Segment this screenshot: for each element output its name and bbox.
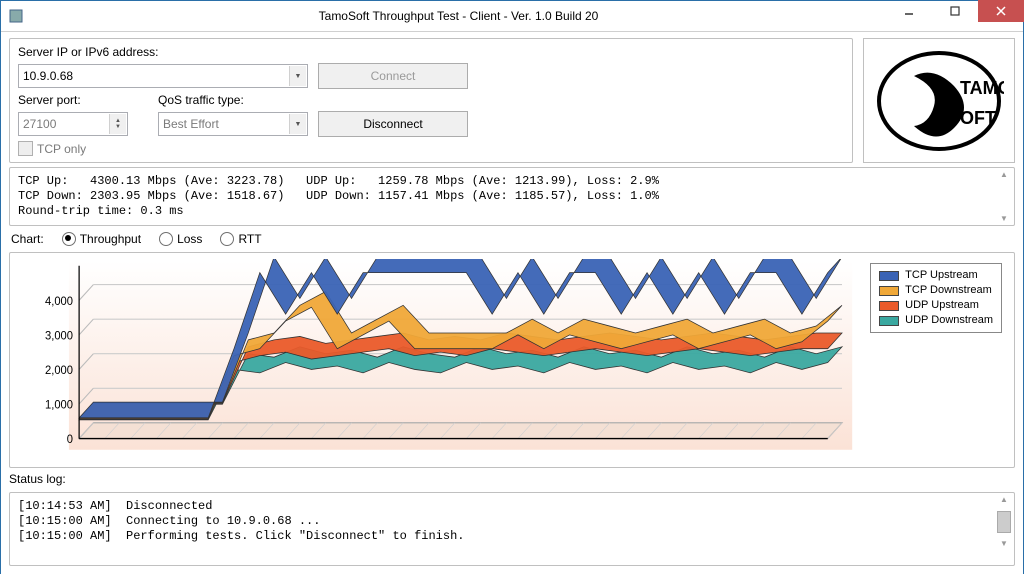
legend-swatch xyxy=(879,316,899,326)
status-log-panel: [10:14:53 AM] Disconnected [10:15:00 AM]… xyxy=(9,492,1015,566)
connection-panel: Server IP or IPv6 address: 10.9.0.68 ▼ C… xyxy=(9,38,853,163)
stats-panel: TCP Up: 4300.13 Mbps (Ave: 3223.78) UDP … xyxy=(9,167,1015,226)
server-port-input[interactable]: 27100 ▲▼ xyxy=(18,112,128,136)
server-port-value: 27100 xyxy=(23,117,56,131)
scrollbar[interactable]: ▲▼ xyxy=(996,170,1012,223)
svg-text:0: 0 xyxy=(67,433,74,447)
svg-text:OFT: OFT xyxy=(960,108,996,128)
stats-text: TCP Up: 4300.13 Mbps (Ave: 3223.78) UDP … xyxy=(18,174,1006,219)
qos-label: QoS traffic type: xyxy=(158,93,308,107)
chart-type-radio-group: Chart: Throughput Loss RTT xyxy=(9,230,1015,248)
radio-dot-icon xyxy=(62,232,76,246)
status-log-label: Status log: xyxy=(9,472,1015,486)
spinner-icon[interactable]: ▲▼ xyxy=(109,114,126,134)
checkbox-icon xyxy=(18,141,33,156)
svg-text:4,000: 4,000 xyxy=(45,294,73,308)
chart-panel: 0 1,000 2,000 3,000 4,000 TCP Upstream TCP D… xyxy=(9,252,1015,468)
chart-legend: TCP Upstream TCP Downstream UDP Upstream… xyxy=(870,263,1002,333)
qos-value: Best Effort xyxy=(163,117,219,131)
connect-button: Connect xyxy=(318,63,468,89)
server-port-label: Server port: xyxy=(18,93,148,107)
window-title: TamoSoft Throughput Test - Client - Ver.… xyxy=(31,9,886,23)
disconnect-button[interactable]: Disconnect xyxy=(318,111,468,137)
server-ip-label: Server IP or IPv6 address: xyxy=(18,45,308,59)
app-window: TamoSoft Throughput Test - Client - Ver.… xyxy=(0,0,1024,574)
chevron-down-icon[interactable]: ▼ xyxy=(289,114,306,134)
chart-label: Chart: xyxy=(11,232,44,246)
radio-loss[interactable]: Loss xyxy=(159,232,202,246)
radio-dot-icon xyxy=(159,232,173,246)
legend-swatch xyxy=(879,301,899,311)
legend-swatch xyxy=(879,286,899,296)
status-log-text: [10:14:53 AM] Disconnected [10:15:00 AM]… xyxy=(18,499,1006,544)
tcp-only-label: TCP only xyxy=(37,142,86,156)
tcp-only-checkbox[interactable]: TCP only xyxy=(18,141,468,156)
svg-text:TAMO: TAMO xyxy=(960,78,1004,98)
throughput-chart: 0 1,000 2,000 3,000 4,000 xyxy=(18,259,1006,461)
radio-rtt[interactable]: RTT xyxy=(220,232,261,246)
maximize-button[interactable] xyxy=(932,0,978,22)
legend-swatch xyxy=(879,271,899,281)
radio-throughput[interactable]: Throughput xyxy=(62,232,141,246)
tamosoft-logo: TAMO OFT xyxy=(863,38,1015,163)
server-ip-value: 10.9.0.68 xyxy=(23,69,73,83)
chevron-down-icon[interactable]: ▼ xyxy=(289,66,306,86)
close-button[interactable] xyxy=(978,0,1024,22)
qos-select[interactable]: Best Effort ▼ xyxy=(158,112,308,136)
title-bar[interactable]: TamoSoft Throughput Test - Client - Ver.… xyxy=(1,1,1023,32)
minimize-button[interactable] xyxy=(886,0,932,22)
radio-dot-icon xyxy=(220,232,234,246)
scrollbar[interactable]: ▲▼ xyxy=(996,495,1012,548)
svg-text:3,000: 3,000 xyxy=(45,329,73,343)
svg-text:1,000: 1,000 xyxy=(45,398,73,412)
svg-text:2,000: 2,000 xyxy=(45,363,73,377)
app-icon xyxy=(1,9,31,23)
server-ip-input[interactable]: 10.9.0.68 ▼ xyxy=(18,64,308,88)
